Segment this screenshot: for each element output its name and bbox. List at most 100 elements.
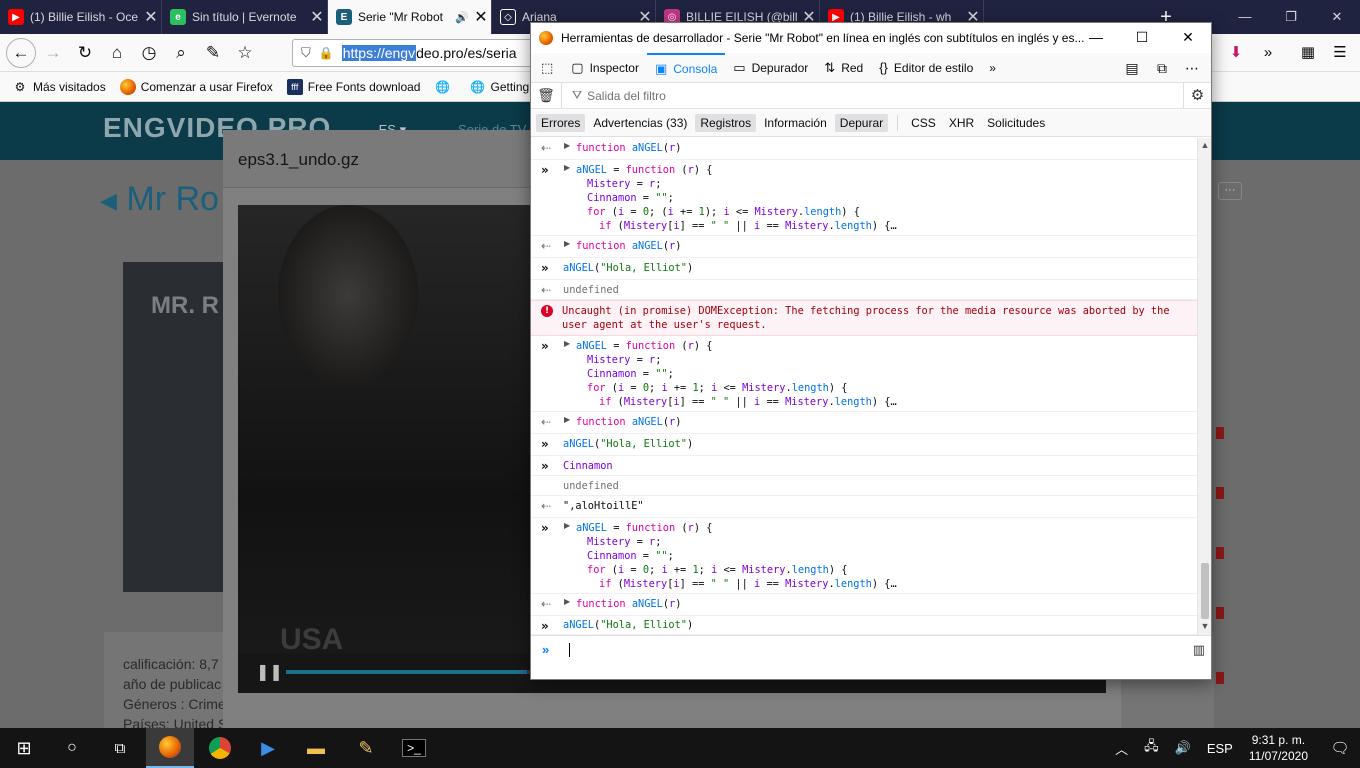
firefox-taskbar-icon[interactable]: [146, 728, 194, 768]
back-button[interactable]: ←: [6, 38, 36, 68]
console-error[interactable]: ! Uncaught (in promise) DOMException: Th…: [531, 300, 1197, 336]
console-input[interactable]: » ▶ aNGEL = function (r) { Mistery = r; …: [531, 518, 1197, 594]
chrome-icon[interactable]: [196, 728, 244, 768]
terminal-icon[interactable]: >_: [390, 728, 438, 768]
tab-evernote[interactable]: e Sin título | Evernote ✕: [162, 0, 328, 34]
filter-xhr[interactable]: XHR: [944, 114, 979, 132]
console-result[interactable]: ⇠ undefined: [531, 280, 1197, 300]
expand-triangle-icon[interactable]: ▶: [564, 415, 570, 424]
clock[interactable]: 9:31 p. m. 11/07/2020: [1249, 732, 1308, 764]
maximize-icon[interactable]: ☐: [1119, 23, 1165, 53]
console-input[interactable]: » aNGEL("Hola, Elliot"): [531, 258, 1197, 280]
element-picker-icon[interactable]: ⬚: [531, 53, 563, 83]
console-scrollbar[interactable]: ▲ ▼: [1197, 138, 1211, 635]
bookmark-globe[interactable]: 🌐: [434, 79, 455, 95]
minimize-icon[interactable]: —: [1073, 23, 1119, 53]
console-input[interactable]: » aNGEL("Hola, Elliot"): [531, 434, 1197, 456]
bookmark-free-fonts[interactable]: fff Free Fonts download: [286, 78, 420, 95]
expand-triangle-icon[interactable]: ▶: [564, 597, 570, 606]
console-result[interactable]: ⇠ ▶ function aNGEL(r): [531, 236, 1197, 258]
responsive-mode-icon[interactable]: ▤: [1117, 60, 1147, 77]
tab-console[interactable]: ▣ Consola: [646, 52, 726, 83]
filter-input[interactable]: ⛛ Salida del filtro: [561, 82, 1183, 109]
filter-debug[interactable]: Depurar: [834, 114, 889, 132]
scroll-up-icon[interactable]: ▲: [1198, 140, 1211, 150]
filter-errors[interactable]: Errores: [536, 114, 586, 132]
forward-button[interactable]: →: [40, 40, 66, 66]
tray-expand-icon[interactable]: ︿: [1115, 739, 1128, 758]
shield-icon[interactable]: ⛉: [301, 45, 311, 61]
console-input-area[interactable]: » ▥: [531, 635, 1211, 679]
expand-triangle-icon[interactable]: ▶: [564, 521, 570, 530]
more-tools-chevron-icon[interactable]: »: [981, 53, 1004, 83]
sticky-app-icon[interactable]: ✎: [342, 728, 390, 768]
tab-debugger[interactable]: ▭ Depurador: [725, 53, 816, 83]
overflow-icon[interactable]: »: [1254, 40, 1282, 66]
console-result[interactable]: undefined: [531, 476, 1197, 496]
more-menu-icon[interactable]: ⋯: [1177, 60, 1207, 77]
dock-icon[interactable]: ⧉: [1147, 60, 1177, 77]
result-arrow-icon: ⇠: [541, 499, 552, 513]
back-arrow-icon[interactable]: ◀: [100, 188, 117, 213]
language-indicator[interactable]: ESP: [1207, 741, 1233, 756]
filter-warnings[interactable]: Advertencias (33): [588, 114, 692, 132]
console-settings-icon[interactable]: ⚙: [1183, 82, 1211, 109]
expand-triangle-icon[interactable]: ▶: [564, 339, 570, 348]
console-input[interactable]: » Cinnamon: [531, 456, 1197, 476]
file-explorer-icon[interactable]: ▬: [292, 728, 340, 768]
history-icon[interactable]: ◷: [136, 40, 162, 66]
close-icon[interactable]: ✕: [1314, 0, 1360, 34]
console-result[interactable]: ⇠ ▶ function aNGEL(r): [531, 138, 1197, 160]
close-icon[interactable]: ✕: [141, 7, 161, 27]
tools-icon[interactable]: ✎: [200, 40, 226, 66]
scroll-thumb[interactable]: [1201, 563, 1209, 619]
editor-mode-icon[interactable]: ▥: [1193, 642, 1205, 658]
console-result[interactable]: ⇠ ",aloHtoillE": [531, 496, 1197, 518]
tab-network[interactable]: ⇅ Red: [816, 53, 871, 83]
console-result[interactable]: ⇠ ▶ function aNGEL(r): [531, 594, 1197, 616]
tab-mr-robot[interactable]: E Serie "Mr Robot 🔊 ✕: [328, 0, 492, 34]
console-input[interactable]: » ▶ aNGEL = function (r) { Mistery = r; …: [531, 160, 1197, 236]
clear-console-icon[interactable]: 🗑: [531, 87, 561, 104]
expand-triangle-icon[interactable]: ▶: [564, 141, 570, 150]
reload-button[interactable]: ↻: [72, 40, 98, 66]
home-button[interactable]: ⌂: [104, 40, 130, 66]
minimize-icon[interactable]: —: [1222, 0, 1268, 34]
expand-triangle-icon[interactable]: ▶: [564, 239, 570, 248]
console-input[interactable]: » ▶ aNGEL = function (r) { Mistery = r; …: [531, 336, 1197, 412]
volume-icon[interactable]: 🔊: [1175, 740, 1191, 756]
scroll-down-icon[interactable]: ▼: [1198, 621, 1211, 631]
search-circle-icon[interactable]: ○: [48, 728, 96, 768]
bookmark-mas-visitados[interactable]: ⚙ Más visitados: [12, 79, 106, 95]
console-input[interactable]: » aNGEL("Hola, Elliot"): [531, 616, 1197, 635]
tab-style-editor[interactable]: {} Editor de estilo: [871, 53, 981, 83]
close-icon[interactable]: ✕: [1165, 23, 1211, 53]
bookmark-firefox[interactable]: Comenzar a usar Firefox: [119, 78, 273, 95]
tab-youtube-1[interactable]: ▶ (1) Billie Eilish - Oce ✕: [0, 0, 162, 34]
expand-triangle-icon[interactable]: ▶: [564, 163, 570, 172]
pocket-icon[interactable]: ⬇: [1222, 40, 1250, 66]
search-icon[interactable]: ⌕: [168, 40, 194, 66]
speaker-icon[interactable]: 🔊: [455, 11, 469, 24]
notifications-icon[interactable]: 🗨: [1320, 739, 1360, 757]
filter-logs[interactable]: Registros: [695, 114, 757, 132]
network-icon[interactable]: 🖧: [1144, 737, 1159, 759]
pause-button[interactable]: ❚❚: [256, 662, 283, 682]
extensions-icon[interactable]: ▦: [1294, 40, 1322, 66]
filter-info[interactable]: Información: [759, 114, 832, 132]
tab-inspector[interactable]: ▢ Inspector: [563, 53, 647, 83]
task-view-icon[interactable]: ⧉: [96, 728, 144, 768]
windows-start-icon[interactable]: ⊞: [0, 728, 48, 768]
more-options-button[interactable]: ···: [1218, 182, 1242, 200]
movie-maker-icon[interactable]: ▶: [244, 728, 292, 768]
console-result[interactable]: ⇠ ▶ function aNGEL(r): [531, 412, 1197, 434]
filter-css[interactable]: CSS: [906, 114, 941, 132]
close-icon[interactable]: ✕: [471, 7, 491, 27]
lock-icon[interactable]: 🔒: [319, 46, 334, 60]
close-icon[interactable]: ✕: [307, 7, 327, 27]
url-bar[interactable]: ⛉ 🔒 https://engv deo.pro/es/seria: [292, 39, 532, 67]
filter-requests[interactable]: Solicitudes: [982, 114, 1050, 132]
restore-icon[interactable]: ❐: [1268, 0, 1314, 34]
menu-icon[interactable]: ☰: [1326, 40, 1354, 66]
bookmark-star-icon[interactable]: ☆: [232, 40, 258, 66]
